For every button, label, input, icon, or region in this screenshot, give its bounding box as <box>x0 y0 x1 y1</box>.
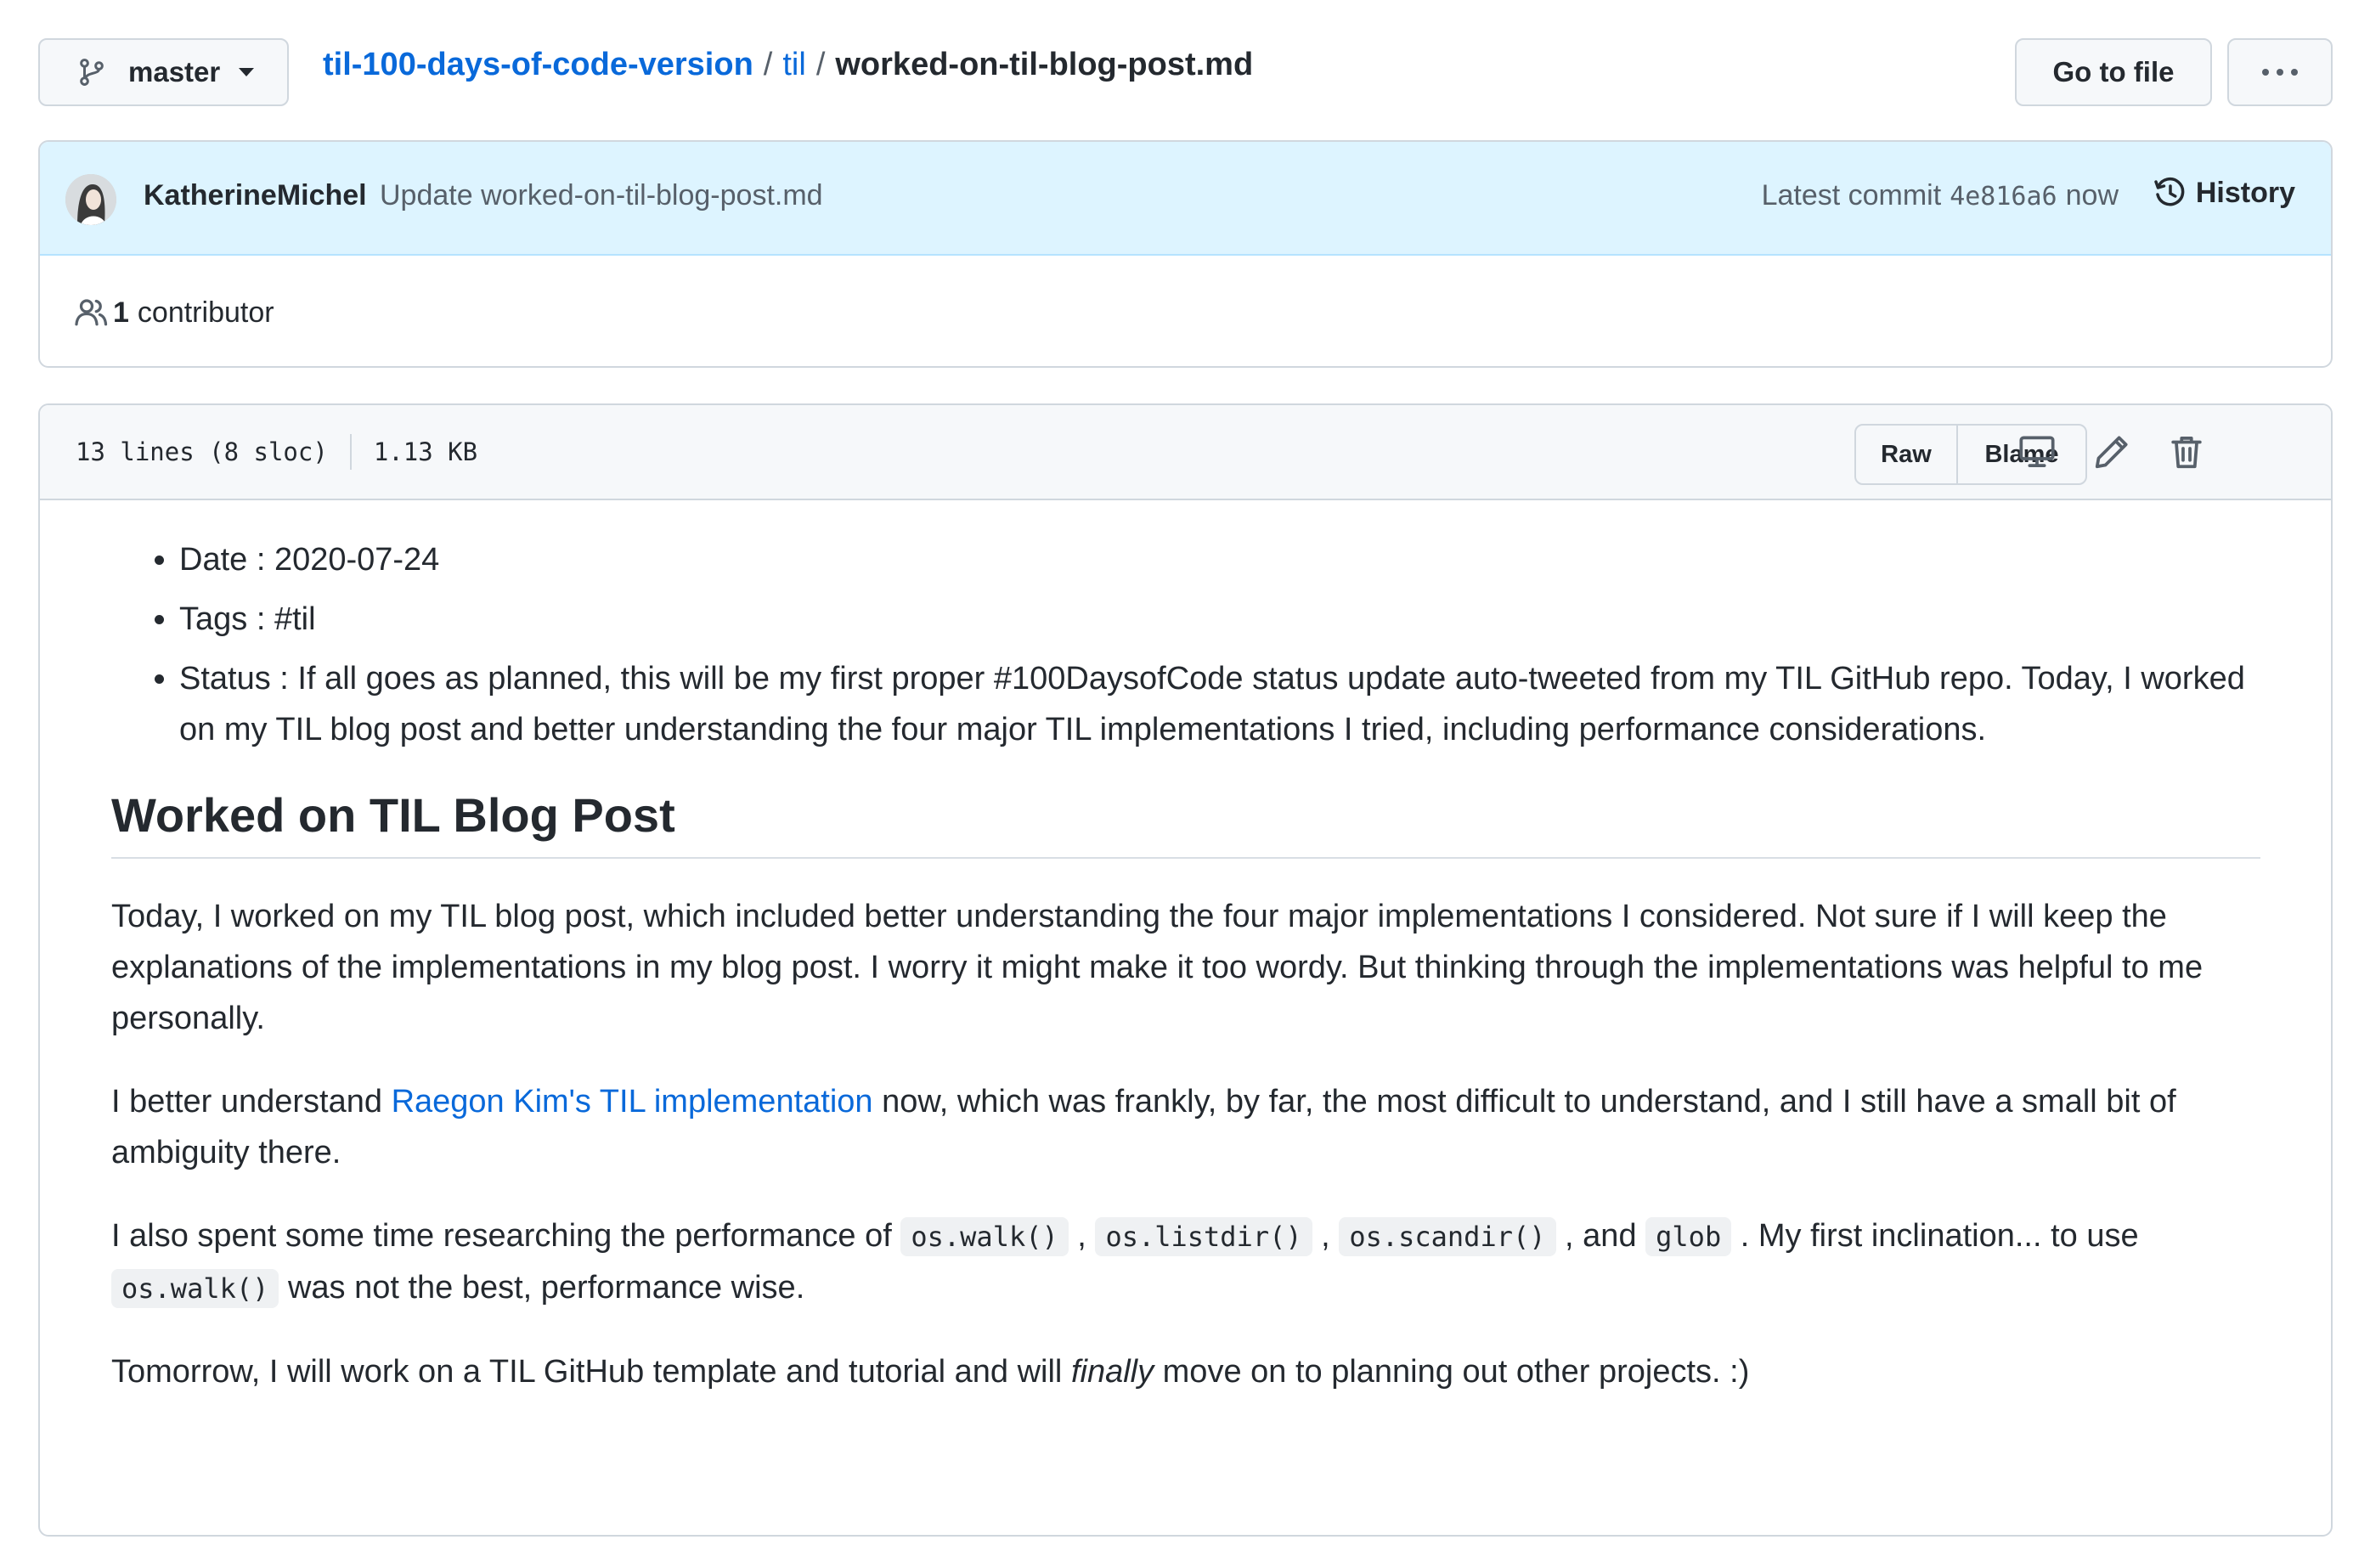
commit-meta: Latest commit 4e816a6 now <box>1762 179 2119 212</box>
breadcrumb: til-100-days-of-code-version / til / wor… <box>323 42 1253 87</box>
github-file-view: master til-100-days-of-code-version / ti… <box>0 0 2370 1568</box>
inline-code: os.walk() <box>900 1217 1069 1256</box>
history-icon <box>2154 177 2185 206</box>
text-span: , and <box>1555 1218 1646 1254</box>
inline-code: glob <box>1645 1217 1732 1256</box>
text-span: move on to planning out other projects. … <box>1154 1354 1750 1390</box>
file-header: 13 lines (8 sloc) 1.13 KB Raw Blame <box>40 405 2331 500</box>
more-options-button[interactable] <box>2227 38 2333 106</box>
text-span: , <box>1312 1218 1340 1254</box>
commit-message-link[interactable]: Update worked-on-til-blog-post.md <box>380 179 823 212</box>
history-label: History <box>2195 176 2295 209</box>
avatar[interactable] <box>65 174 116 225</box>
paragraph-4: Tomorrow, I will work on a TIL GitHub te… <box>111 1346 2260 1397</box>
contributors-row[interactable]: 1 contributor <box>40 256 2331 366</box>
contributor-label: contributor <box>137 296 274 329</box>
inline-code: os.listdir() <box>1095 1217 1312 1256</box>
list-item: Date : 2020-07-24 <box>179 534 2260 585</box>
latest-commit-label: Latest commit <box>1761 179 1942 212</box>
file-size: 1.13 KB <box>373 437 478 466</box>
text-span: Tomorrow, I will work on a TIL GitHub te… <box>111 1354 1071 1390</box>
contributor-count: 1 <box>113 296 129 329</box>
desktop-icon[interactable] <box>2017 432 2057 471</box>
paragraph-3: I also spent some time researching the p… <box>111 1210 2260 1314</box>
breadcrumb-separator: / <box>815 46 826 82</box>
people-icon <box>75 299 108 326</box>
markdown-body: Date : 2020-07-24 Tags : #til Status : I… <box>111 534 2260 1430</box>
history-link[interactable]: History <box>2153 176 2295 210</box>
kebab-horizontal-icon <box>2262 69 2298 76</box>
content-heading: Worked on TIL Blog Post <box>111 786 2260 859</box>
trash-icon[interactable] <box>2167 432 2206 471</box>
emphasis-text: finally <box>1070 1354 1154 1390</box>
raw-button[interactable]: Raw <box>1856 426 1958 483</box>
caret-down-icon <box>239 68 255 76</box>
breadcrumb-folder-link[interactable]: til <box>782 47 805 83</box>
text-span: I also spent some time researching the p… <box>111 1218 901 1254</box>
git-branch-icon <box>80 59 104 86</box>
branch-selector-button[interactable]: master <box>38 38 289 106</box>
commit-sha-link[interactable]: 4e816a6 <box>1950 182 2057 212</box>
list-item: Tags : #til <box>179 594 2260 645</box>
latest-commit-box: KatherineMichel Update worked-on-til-blo… <box>38 140 2333 368</box>
raegon-kim-link[interactable]: Raegon Kim's TIL implementation <box>392 1084 873 1120</box>
metadata-list: Date : 2020-07-24 Tags : #til Status : I… <box>111 534 2260 755</box>
paragraph-1: Today, I worked on my TIL blog post, whi… <box>111 899 2204 1036</box>
breadcrumb-file-name: worked-on-til-blog-post.md <box>835 46 1254 82</box>
go-to-file-button[interactable]: Go to file <box>2015 38 2212 106</box>
breadcrumb-repo-link[interactable]: til-100-days-of-code-version <box>323 47 753 83</box>
commit-time: now <box>2065 179 2119 212</box>
text-span: I better understand <box>111 1084 392 1120</box>
text-span: was not the best, performance wise. <box>279 1270 805 1306</box>
file-info: 13 lines (8 sloc) 1.13 KB <box>76 434 477 470</box>
text-span: . My first inclination... to use <box>1731 1218 2139 1254</box>
branch-name: master <box>128 56 221 87</box>
avatar-image-icon <box>65 174 116 225</box>
paragraph-2: I better understand Raegon Kim's TIL imp… <box>111 1076 2260 1178</box>
list-item: Status : If all goes as planned, this wi… <box>179 653 2260 755</box>
inline-code: os.scandir() <box>1339 1217 1556 1256</box>
file-content-box: 13 lines (8 sloc) 1.13 KB Raw Blame • Da… <box>38 403 2333 1537</box>
latest-commit-row: KatherineMichel Update worked-on-til-blo… <box>40 142 2331 256</box>
file-line-count: 13 lines (8 sloc) <box>76 437 328 466</box>
file-info-divider <box>349 434 352 470</box>
text-span: , <box>1068 1218 1096 1254</box>
breadcrumb-separator: / <box>763 46 773 82</box>
pencil-icon[interactable] <box>2092 432 2131 471</box>
commit-author-link[interactable]: KatherineMichel <box>144 179 367 212</box>
inline-code: os.walk() <box>111 1269 279 1308</box>
